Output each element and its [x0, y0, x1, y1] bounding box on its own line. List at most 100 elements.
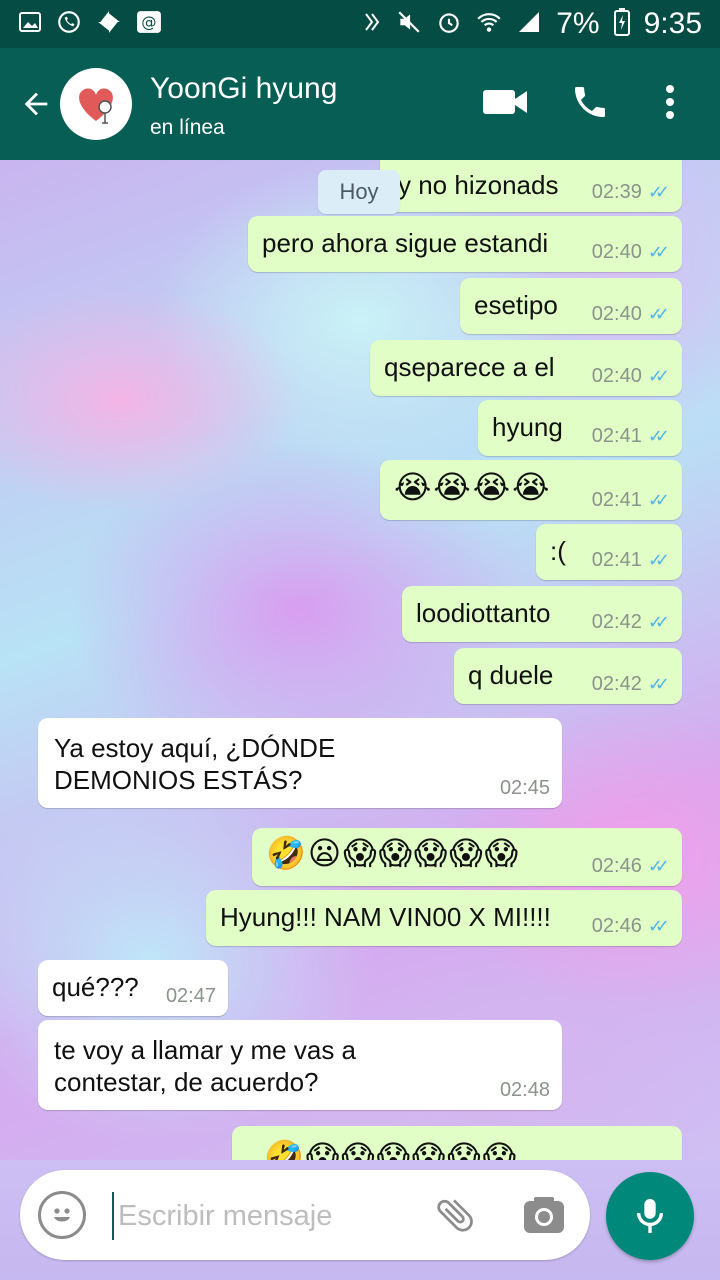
message-text: qué???	[52, 971, 139, 1002]
alarm-icon	[436, 9, 462, 40]
camera-button[interactable]	[520, 1192, 568, 1238]
nfc-icon	[362, 10, 382, 39]
contact-name[interactable]: YoonGi hyung	[150, 72, 337, 106]
message-bubble[interactable]: 🤣😱😱😱😱😱😱	[232, 1126, 682, 1160]
message-input[interactable]	[112, 1192, 420, 1240]
contact-status: en línea	[150, 116, 225, 139]
microphone-icon	[636, 1199, 664, 1233]
message-text: y no hizonads	[398, 170, 559, 200]
double-check-icon: ✓✓	[647, 612, 670, 632]
double-check-icon: ✓✓	[647, 366, 670, 386]
status-bar-left: @	[18, 9, 162, 40]
message-meta: 02:40 ✓✓	[592, 303, 670, 326]
message-bubble[interactable]: te voy a llamar y me vas a contestar, de…	[38, 1020, 562, 1110]
message-bubble[interactable]: esetipo 02:40 ✓✓	[460, 278, 682, 334]
message-text: qseparece a el	[384, 351, 555, 382]
message-time: 02:45	[499, 777, 550, 799]
message-text: te voy a llamar y me vas a contestar, de…	[54, 1035, 356, 1097]
composer	[20, 1170, 590, 1260]
emoji-button[interactable]	[38, 1191, 86, 1239]
voice-call-button[interactable]	[566, 78, 614, 126]
message-time: 02:42	[591, 611, 642, 633]
kebab-menu-icon	[666, 85, 674, 119]
battery-charging-icon	[613, 7, 630, 41]
double-check-icon: ✓✓	[647, 916, 670, 936]
message-time: 02:40	[591, 365, 642, 387]
video-call-button[interactable]	[482, 78, 530, 126]
wifi-icon	[476, 10, 502, 39]
chat-area[interactable]: y no hizonads 02:39 ✓✓ Hoy pero ahora sig…	[0, 160, 720, 1160]
message-time: 02:42	[591, 673, 642, 695]
message-text: hyung	[492, 411, 563, 442]
message-meta: 02:41 ✓✓	[592, 425, 670, 448]
status-bar-right: 7% 9:35	[362, 7, 702, 41]
message-text: loodiottanto	[416, 597, 551, 628]
message-text: :(	[550, 535, 566, 566]
message-emoji: 🤣😦😱😱😱😱😱	[266, 835, 520, 871]
video-camera-icon	[483, 90, 527, 114]
double-check-icon: ✓✓	[647, 550, 670, 570]
message-bubble[interactable]: loodiottanto 02:42 ✓✓	[402, 586, 682, 642]
chat-header: YoonGi hyung en línea	[0, 48, 720, 160]
message-text: esetipo	[474, 289, 558, 320]
clock: 9:35	[643, 7, 702, 40]
message-bubble[interactable]: 🤣😦😱😱😱😱😱 02:46 ✓✓	[252, 828, 682, 886]
message-text: Ya estoy aquí, ¿DÓNDE DEMONIOS ESTÁS?	[54, 733, 336, 795]
message-time: 02:46	[591, 915, 642, 937]
message-time: 02:40	[591, 303, 642, 325]
message-bubble[interactable]: Hyung!!! NAM VIN00 X MI!!!! 02:46 ✓✓	[206, 890, 682, 946]
voice-message-button[interactable]	[606, 1172, 694, 1260]
signal-icon	[516, 10, 542, 39]
message-time: 02:41	[591, 425, 642, 447]
message-meta: 02:47	[166, 985, 216, 1008]
message-time: 02:48	[499, 1079, 550, 1101]
battery-percent: 7%	[556, 7, 600, 40]
message-bubble[interactable]: pero ahora sigue estandi 02:40 ✓✓	[248, 216, 682, 272]
at-icon: @	[136, 10, 162, 39]
message-text: Hyung!!! NAM VIN00 X MI!!!!	[220, 901, 551, 932]
paperclip-icon	[437, 1199, 473, 1232]
message-bubble[interactable]: hyung 02:41 ✓✓	[478, 400, 682, 456]
message-meta: 02:46 ✓✓	[592, 915, 670, 938]
message-emoji: 😭😭😭😭	[394, 469, 552, 505]
mute-icon	[396, 9, 422, 40]
double-check-icon: ✓✓	[647, 242, 670, 262]
message-meta: 02:48	[500, 1079, 550, 1102]
message-time: 02:46	[591, 855, 642, 877]
message-meta: 02:42 ✓✓	[592, 673, 670, 696]
message-bubble[interactable]: 😭😭😭😭 02:41 ✓✓	[380, 460, 682, 520]
heart-avatar-icon	[79, 88, 113, 124]
message-meta: 02:39 ✓✓	[592, 181, 670, 204]
message-meta: 02:45	[500, 777, 550, 800]
message-time: 02:47	[165, 985, 216, 1007]
message-text: q duele	[468, 659, 554, 690]
camera-icon	[524, 1197, 564, 1233]
message-bubble[interactable]: qué??? 02:47	[38, 960, 228, 1016]
more-options-button[interactable]	[646, 78, 694, 126]
avatar[interactable]	[60, 68, 132, 140]
double-check-icon: ✓✓	[647, 490, 670, 510]
message-emoji: 🤣😱😱😱😱😱😱	[264, 1139, 518, 1160]
message-meta: 02:40 ✓✓	[592, 365, 670, 388]
double-check-icon: ✓✓	[647, 304, 670, 324]
smiley-icon	[54, 1208, 70, 1222]
message-bubble[interactable]: Ya estoy aquí, ¿DÓNDE DEMONIOS ESTÁS? 02…	[38, 718, 562, 808]
day-chip: Hoy	[318, 170, 400, 214]
back-button[interactable]	[14, 80, 58, 128]
message-bubble[interactable]: qseparece a el 02:40 ✓✓	[370, 340, 682, 396]
message-meta: 02:41 ✓✓	[592, 489, 670, 512]
message-bubble[interactable]: q duele 02:42 ✓✓	[454, 648, 682, 704]
message-bubble[interactable]: :( 02:41 ✓✓	[536, 524, 682, 580]
message-bubble[interactable]: y no hizonads 02:39 ✓✓	[380, 160, 682, 212]
message-time: 02:39	[591, 181, 642, 203]
message-time: 02:41	[591, 549, 642, 571]
message-text: pero ahora sigue estandi	[262, 227, 549, 258]
status-bar: @ 7% 9:35	[0, 0, 720, 48]
double-check-icon: ✓✓	[647, 674, 670, 694]
attach-button[interactable]	[430, 1190, 480, 1240]
svg-text:@: @	[141, 13, 156, 31]
message-meta: 02:42 ✓✓	[592, 611, 670, 634]
phone-icon	[575, 87, 605, 117]
double-check-icon: ✓✓	[647, 426, 670, 446]
message-meta: 02:41 ✓✓	[592, 549, 670, 572]
